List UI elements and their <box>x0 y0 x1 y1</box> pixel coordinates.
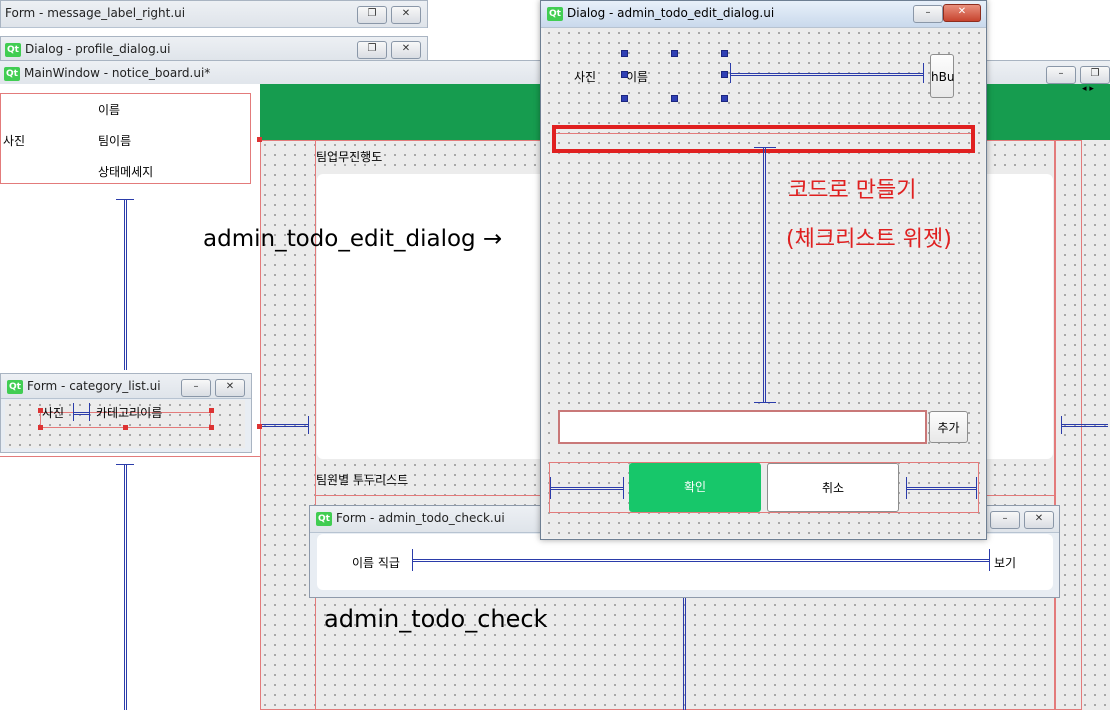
vertical-spacer[interactable] <box>124 465 127 710</box>
selection-handle[interactable] <box>721 71 728 78</box>
form-message-label-window: Form - message_label_right.ui ❐ ✕ <box>0 0 428 28</box>
window-title: Dialog - profile_dialog.ui <box>25 42 171 56</box>
horizontal-spacer[interactable] <box>907 487 977 495</box>
horizontal-spacer[interactable] <box>73 412 89 420</box>
selection-handle[interactable] <box>721 50 728 57</box>
selection-handle[interactable] <box>123 425 128 430</box>
dialog-profile-window: Qt Dialog - profile_dialog.ui ❐ ✕ <box>0 36 428 62</box>
close-icon[interactable]: ✕ <box>391 41 421 59</box>
dialog-photo-label: 사진 <box>574 70 597 84</box>
cancel-button[interactable]: 취소 <box>767 463 899 512</box>
minimize-icon[interactable]: – <box>1046 66 1076 84</box>
vertical-spacer[interactable] <box>124 200 127 370</box>
name-label: 이름 <box>98 103 121 117</box>
spacer-cap <box>623 477 624 499</box>
qt-logo-icon: Qt <box>316 511 332 526</box>
check-row-panel: 이름 직급 보기 <box>317 534 1053 590</box>
spacer-cap <box>89 403 90 421</box>
selection-handle[interactable] <box>209 425 214 430</box>
window-title-bar[interactable]: Qt Form - category_list.ui <box>1 374 251 399</box>
spacer-cap <box>116 199 134 200</box>
name-rank-label: 이름 직급 <box>352 556 400 570</box>
team-progress-label: 팀업무진행도 <box>316 150 383 164</box>
category-photo-label: 사진 <box>42 406 65 420</box>
spacer-cap <box>754 402 776 403</box>
window-title: Form - admin_todo_check.ui <box>336 511 505 525</box>
spacer-cap <box>976 477 977 499</box>
selection-handle[interactable] <box>257 137 262 142</box>
close-icon[interactable]: ✕ <box>215 379 245 397</box>
category-list-window: Qt Form - category_list.ui – ✕ 사진 카테고리이름 <box>0 373 252 453</box>
spacer-cap <box>923 63 924 83</box>
spacer-cap <box>989 549 990 571</box>
selection-handle[interactable] <box>671 95 678 102</box>
window-title: Form - category_list.ui <box>27 379 161 393</box>
code-note-line2: (체크리스트 위젯) <box>786 227 952 252</box>
restore-icon[interactable]: ❐ <box>357 41 387 59</box>
profile-panel: 사진 이름 팀이름 상태메세지 <box>0 93 251 184</box>
close-icon[interactable]: ✕ <box>1024 511 1054 529</box>
horizontal-spacer[interactable] <box>731 73 923 81</box>
minimize-icon[interactable]: – <box>913 5 943 23</box>
selection-handle[interactable] <box>209 408 214 413</box>
restore-icon[interactable]: ❐ <box>1080 66 1110 84</box>
team-name-label: 팀이름 <box>98 134 132 148</box>
category-form-canvas: 사진 카테고리이름 <box>5 400 245 448</box>
window-title: MainWindow - notice_board.ui* <box>24 66 211 80</box>
add-button[interactable]: 추가 <box>929 411 968 443</box>
qt-logo-icon: Qt <box>4 66 20 81</box>
edit-dialog-annotation: admin_todo_edit_dialog → <box>203 226 503 252</box>
selection-handle[interactable] <box>671 50 678 57</box>
confirm-button[interactable]: 확인 <box>629 463 761 512</box>
selection-handle[interactable] <box>38 425 43 430</box>
spacer-cap <box>308 416 309 434</box>
dialog-canvas: 사진 이름 hBu 코드로 만들기 (체크리스트 위젯) 추가 확인 취소 <box>544 28 985 538</box>
hbu-button[interactable]: hBu <box>930 54 954 98</box>
horizontal-spacer[interactable] <box>1062 424 1108 432</box>
qt-logo-icon: Qt <box>547 6 563 21</box>
close-icon[interactable]: ✕ <box>391 6 421 24</box>
horizontal-spacer[interactable] <box>551 487 623 495</box>
horizontal-spacer[interactable] <box>413 559 989 567</box>
selection-handle[interactable] <box>621 50 628 57</box>
spacer-cap <box>116 464 134 465</box>
horizontal-spacer[interactable] <box>262 424 308 432</box>
left-divider <box>0 456 260 457</box>
dialog-name-label: 이름 <box>626 70 649 84</box>
selection-handle[interactable] <box>621 95 628 102</box>
minimize-icon[interactable]: – <box>181 379 211 397</box>
check-annotation: admin_todo_check <box>324 605 548 633</box>
qt-logo-icon: Qt <box>7 379 23 394</box>
todo-input[interactable] <box>558 410 927 444</box>
code-note-line1: 코드로 만들기 <box>788 178 917 203</box>
checklist-frame-line <box>556 133 971 134</box>
minimize-icon[interactable]: – <box>990 511 1020 529</box>
close-icon[interactable]: ✕ <box>943 4 981 22</box>
window-title: Form - message_label_right.ui <box>5 6 186 20</box>
admin-todo-edit-dialog: Qt Dialog - admin_todo_edit_dialog.ui – ✕… <box>540 0 987 540</box>
spacer-cap <box>1061 416 1062 434</box>
scroll-arrows[interactable]: ◂ ▸ <box>1082 84 1094 94</box>
selection-handle[interactable] <box>38 408 43 413</box>
qt-logo-icon: Qt <box>5 42 21 57</box>
view-button[interactable]: 보기 <box>994 554 1016 571</box>
team-todo-label: 팀원별 투두리스트 <box>316 473 409 487</box>
selection-handle[interactable] <box>621 71 628 78</box>
vertical-spacer[interactable] <box>763 148 766 402</box>
photo-label: 사진 <box>3 134 26 148</box>
status-message-label: 상태메세지 <box>98 165 154 179</box>
vertical-spacer[interactable] <box>683 598 686 710</box>
selection-handle[interactable] <box>721 95 728 102</box>
window-title: Dialog - admin_todo_edit_dialog.ui <box>567 6 775 20</box>
restore-icon[interactable]: ❐ <box>357 6 387 24</box>
category-name-label: 카테고리이름 <box>96 406 163 420</box>
